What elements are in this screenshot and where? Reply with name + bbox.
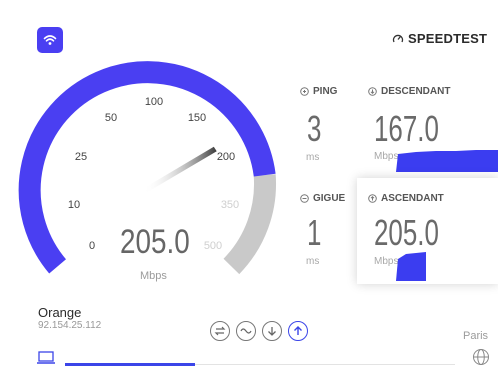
upload-test-button[interactable] [288, 321, 308, 341]
connections-icon [214, 326, 226, 336]
ping-unit: ms [306, 152, 320, 163]
gauge-tick-350: 350 [221, 199, 239, 211]
wave-button[interactable] [236, 321, 256, 341]
laptop-icon [37, 351, 55, 364]
upload-graph [396, 252, 426, 281]
download-icon [368, 87, 377, 96]
gauge-speed-unit: Mbps [140, 270, 167, 282]
jitter-icon [300, 194, 309, 203]
upload-arrow-icon [294, 326, 302, 335]
speedtest-brand[interactable]: SPEEDTEST [392, 31, 487, 46]
wave-icon [240, 328, 252, 334]
download-value: 167.0 [374, 108, 439, 149]
connections-button[interactable] [210, 321, 230, 341]
download-test-button[interactable] [262, 321, 282, 341]
download-graph [396, 150, 498, 172]
brand-name: SPEEDTEST [408, 31, 488, 46]
gauge-needle [143, 146, 217, 193]
gauge-tick-10: 10 [68, 199, 80, 211]
gauge-tick-150: 150 [188, 112, 206, 124]
upload-value: 205.0 [374, 212, 439, 253]
isp-name: Orange [38, 305, 82, 320]
globe-icon [473, 349, 489, 365]
speedometer-icon [392, 34, 404, 42]
jitter-value: 1 [307, 212, 322, 253]
jitter-unit: ms [306, 256, 320, 267]
gauge-track-remaining [223, 174, 277, 275]
gauge-tick-50: 50 [105, 112, 117, 124]
ping-value: 3 [307, 108, 322, 149]
gauge-tick-100: 100 [145, 96, 163, 108]
gauge-speed-value: 205.0 [120, 223, 190, 261]
ping-label: PING [300, 86, 337, 97]
upload-icon [368, 194, 377, 203]
jitter-label: GIGUE [300, 193, 345, 204]
progress-fill [65, 363, 195, 366]
server-location: Paris [463, 330, 489, 342]
download-unit: Mbps [374, 151, 399, 162]
gauge-tick-0: 0 [89, 240, 95, 252]
isp-ip: 92.154.25.112 [38, 320, 102, 331]
gauge-tick-25: 25 [75, 151, 87, 163]
gauge-tick-500: 500 [204, 240, 222, 252]
gauge-tick-200: 200 [217, 151, 235, 163]
upload-label: ASCENDANT [368, 193, 444, 204]
ping-icon [300, 87, 309, 96]
download-label: DESCENDANT [368, 86, 450, 97]
download-arrow-icon [268, 327, 276, 336]
upload-unit: Mbps [374, 256, 399, 267]
